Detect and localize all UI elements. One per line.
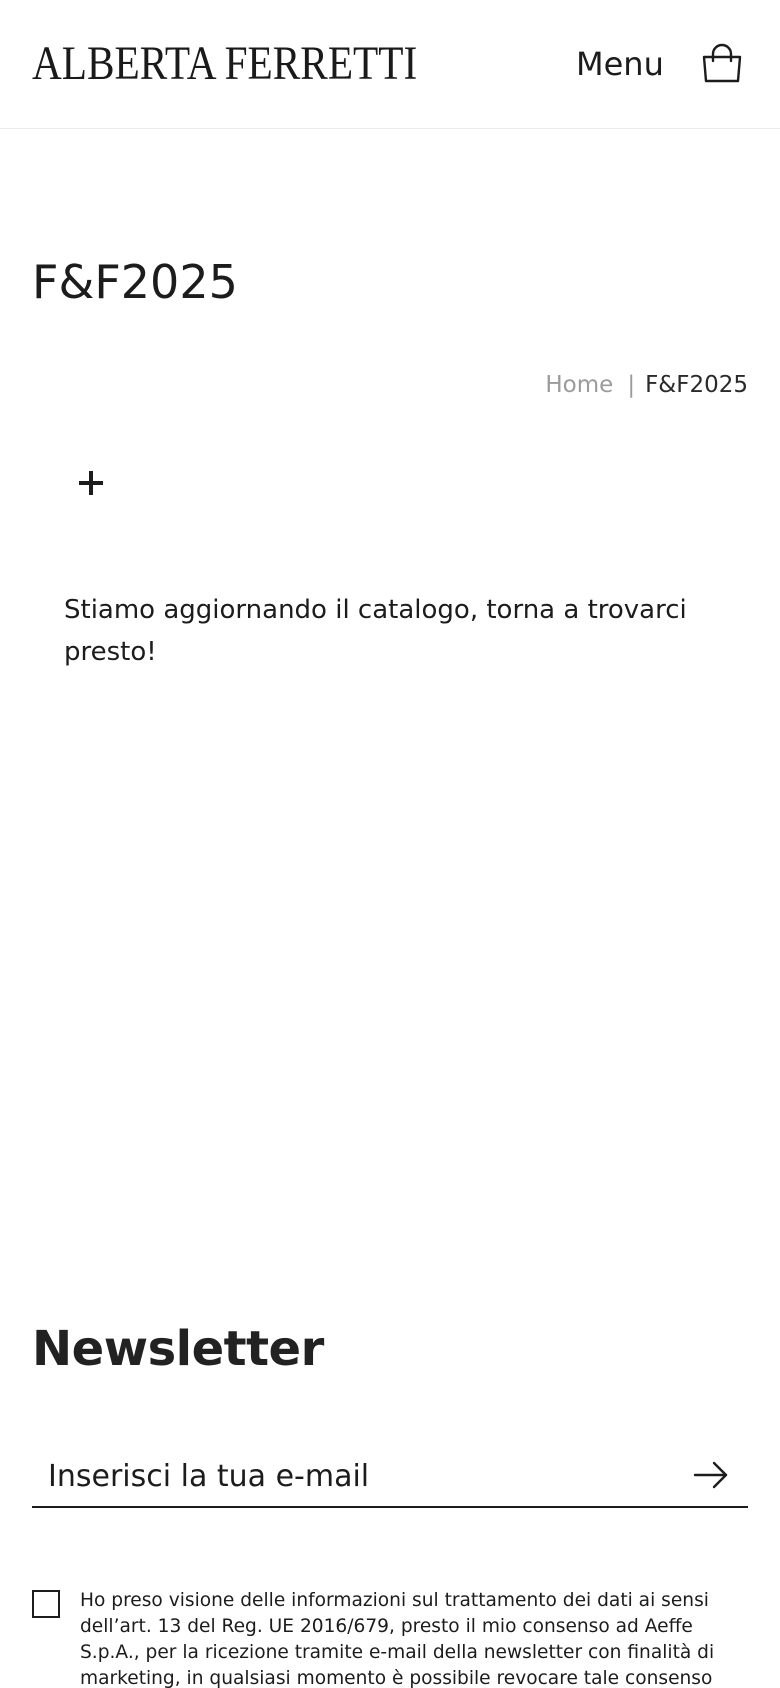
newsletter-consent: Ho preso visione delle informazioni sul … [32, 1588, 748, 1688]
plus-icon[interactable] [76, 468, 106, 498]
newsletter-email-input[interactable] [32, 1446, 672, 1506]
breadcrumb: Home | F&F2025 [545, 369, 748, 401]
menu-button[interactable]: Menu [576, 44, 664, 84]
newsletter-title: Newsletter [32, 1321, 324, 1377]
breadcrumb-current: F&F2025 [645, 372, 748, 398]
brand-logo[interactable]: ALBERTA FERRETTI [32, 36, 417, 92]
empty-catalog-message: Stiamo aggiornando il catalogo, torna a … [64, 595, 687, 667]
site-header: ALBERTA FERRETTI Menu [0, 0, 780, 129]
page-title: F&F2025 [32, 255, 238, 309]
breadcrumb-home-link[interactable]: Home [545, 372, 613, 398]
consent-text: Ho preso visione delle informazioni sul … [80, 1590, 715, 1688]
breadcrumb-separator: | [627, 372, 636, 398]
newsletter-form [32, 1446, 748, 1508]
consent-checkbox[interactable] [32, 1590, 60, 1618]
shopping-bag-icon[interactable] [700, 42, 744, 86]
arrow-right-icon[interactable] [692, 1458, 730, 1492]
